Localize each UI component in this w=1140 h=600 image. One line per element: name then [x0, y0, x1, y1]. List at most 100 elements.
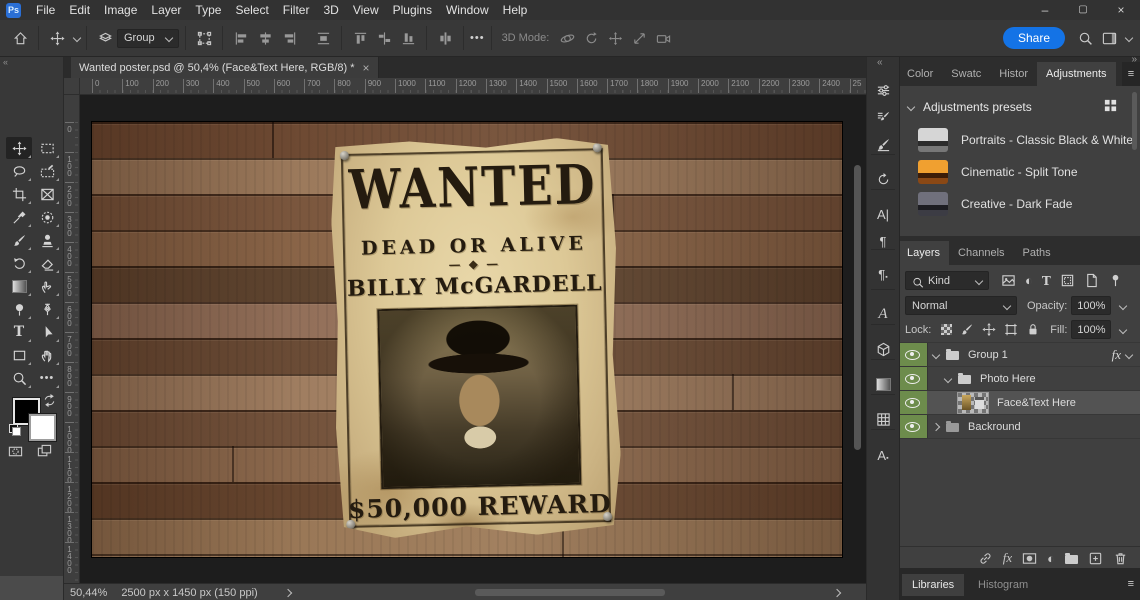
- grid-view-icon[interactable]: [1103, 98, 1118, 113]
- distribute-centers-icon[interactable]: [311, 26, 335, 50]
- layer-effects-icon[interactable]: fx: [1112, 347, 1121, 363]
- canvas-viewport[interactable]: WANTED DEAD OR ALIVE — ◆ — BILLY McGARDE…: [79, 94, 866, 583]
- menu-item-type[interactable]: Type: [188, 0, 228, 20]
- layer-row[interactable]: Face&Text Here: [898, 391, 1140, 415]
- layer-filter-dropdown[interactable]: Kind: [905, 271, 989, 290]
- layer-name[interactable]: Face&Text Here: [997, 397, 1076, 409]
- align-center-icon[interactable]: [253, 26, 277, 50]
- layer-row[interactable]: Group 1fx: [898, 343, 1140, 367]
- type-tool[interactable]: T: [6, 321, 32, 343]
- layer-visibility-toggle[interactable]: [898, 415, 928, 438]
- brush-settings-panel-icon[interactable]: [871, 105, 895, 129]
- menu-item-help[interactable]: Help: [496, 0, 535, 20]
- panel-menu-icon[interactable]: ≡: [1128, 578, 1134, 590]
- layer-visibility-toggle[interactable]: [898, 367, 928, 390]
- layer-name[interactable]: Photo Here: [980, 373, 1036, 385]
- tab-adjustments[interactable]: Adjustments: [1037, 62, 1116, 86]
- chevron-down-icon[interactable]: [73, 34, 81, 42]
- vertical-ruler[interactable]: 0100200300400500600700800900100011001200…: [63, 94, 80, 583]
- swap-colors-icon[interactable]: [42, 393, 57, 408]
- close-button[interactable]: ×: [1102, 0, 1140, 20]
- preset-item[interactable]: Cinematic - Split Tone: [918, 160, 1078, 184]
- add-mask-icon[interactable]: [1022, 551, 1037, 566]
- tool-preset-dropdown[interactable]: Group: [117, 29, 179, 48]
- patterns-panel-icon[interactable]: [871, 407, 895, 431]
- collapse-group-icon[interactable]: [932, 350, 940, 358]
- vertical-scrollbar[interactable]: [854, 165, 861, 450]
- opacity-field[interactable]: 100%: [1071, 296, 1111, 315]
- filter-adjustment-layers-icon[interactable]: ◐: [1025, 274, 1033, 287]
- lock-transparency-icon[interactable]: [941, 324, 952, 335]
- minimize-button[interactable]: –: [1026, 0, 1064, 20]
- filter-shape-layers-icon[interactable]: [1060, 273, 1075, 288]
- tab-channels[interactable]: Channels: [949, 241, 1013, 265]
- glyphs-panel-icon[interactable]: A: [871, 302, 895, 326]
- panel-scrollbar[interactable]: [1132, 92, 1137, 150]
- filter-pixel-layers-icon[interactable]: [1001, 273, 1016, 288]
- clone-stamp-tool[interactable]: [34, 229, 60, 251]
- workspace-switcher-icon[interactable]: [1097, 26, 1121, 50]
- chevron-down-icon[interactable]: [1119, 325, 1127, 333]
- chevron-right-icon[interactable]: [283, 588, 291, 596]
- transform-controls-icon[interactable]: [192, 26, 216, 50]
- tab-libraries[interactable]: Libraries: [902, 574, 964, 596]
- tab-histogram[interactable]: Histogram: [968, 574, 1038, 596]
- filter-type-layers-icon[interactable]: T: [1042, 275, 1051, 287]
- tab-paths[interactable]: Paths: [1014, 241, 1060, 265]
- zoom-level-field[interactable]: 50,44%: [70, 587, 107, 599]
- distribute-horizontal-icon[interactable]: [372, 26, 396, 50]
- move-tool-icon[interactable]: [45, 26, 69, 50]
- maximize-button[interactable]: ▢: [1064, 0, 1102, 20]
- roll-3d-icon[interactable]: [579, 26, 603, 50]
- lock-artboard-icon[interactable]: [1004, 322, 1018, 337]
- preset-item[interactable]: Creative - Dark Fade: [918, 192, 1072, 216]
- layer-name[interactable]: Backround: [968, 421, 1021, 433]
- menu-item-select[interactable]: Select: [228, 0, 275, 20]
- distribute-top-icon[interactable]: [348, 26, 372, 50]
- new-layer-icon[interactable]: [1088, 551, 1103, 566]
- orbit-3d-icon[interactable]: [555, 26, 579, 50]
- tab-histor[interactable]: Histor: [990, 62, 1037, 86]
- menu-item-image[interactable]: Image: [97, 0, 144, 20]
- hand-tool[interactable]: [34, 344, 60, 366]
- layer-visibility-toggle[interactable]: [898, 391, 928, 414]
- pen-tool[interactable]: [34, 298, 60, 320]
- collapse-toolbar-icon[interactable]: «: [3, 57, 8, 67]
- dodge-tool[interactable]: [6, 298, 32, 320]
- path-select-tool[interactable]: [34, 321, 60, 343]
- gradient-tool[interactable]: [6, 275, 32, 297]
- tab-color[interactable]: Color: [898, 62, 942, 86]
- default-colors-icon[interactable]: [9, 424, 21, 436]
- filter-toggle-icon[interactable]: [1108, 273, 1123, 288]
- menu-item-window[interactable]: Window: [439, 0, 496, 20]
- camera-3d-icon[interactable]: [651, 26, 675, 50]
- menu-item-view[interactable]: View: [346, 0, 386, 20]
- link-layers-icon[interactable]: [978, 551, 993, 566]
- layer-styles-icon[interactable]: fx: [1003, 550, 1012, 566]
- properties-panel-icon[interactable]: [871, 78, 895, 102]
- distribute-bottom-icon[interactable]: [396, 26, 420, 50]
- move-tool[interactable]: [6, 137, 32, 159]
- frame-tool[interactable]: [34, 183, 60, 205]
- chevron-down-icon[interactable]: [1125, 34, 1133, 42]
- tab-layers[interactable]: Layers: [898, 241, 949, 265]
- new-group-icon[interactable]: [1065, 555, 1078, 564]
- crop-tool[interactable]: [6, 183, 32, 205]
- quick-mask-icon[interactable]: [8, 444, 23, 459]
- menu-item-layer[interactable]: Layer: [144, 0, 188, 20]
- menu-item-edit[interactable]: Edit: [62, 0, 97, 20]
- smudge-tool[interactable]: [34, 275, 60, 297]
- marquee-tool[interactable]: [34, 137, 60, 159]
- share-button[interactable]: Share: [1003, 27, 1065, 49]
- close-tab-icon[interactable]: ×: [363, 61, 370, 75]
- history-brush-tool[interactable]: [6, 252, 32, 274]
- 3d-panel-icon[interactable]: [871, 337, 895, 361]
- character-styles-panel-icon[interactable]: A▪: [871, 443, 895, 467]
- pan-3d-icon[interactable]: [603, 26, 627, 50]
- zoom-tool[interactable]: [6, 367, 32, 389]
- preset-item[interactable]: Portraits - Classic Black & White: [918, 128, 1133, 152]
- document-tab[interactable]: Wanted poster.psd @ 50,4% (Face&Text Her…: [71, 57, 379, 78]
- chevron-down-icon[interactable]: [1119, 301, 1127, 309]
- distribute-vertical-icon[interactable]: [433, 26, 457, 50]
- panel-menu-icon[interactable]: ≡: [1122, 62, 1140, 86]
